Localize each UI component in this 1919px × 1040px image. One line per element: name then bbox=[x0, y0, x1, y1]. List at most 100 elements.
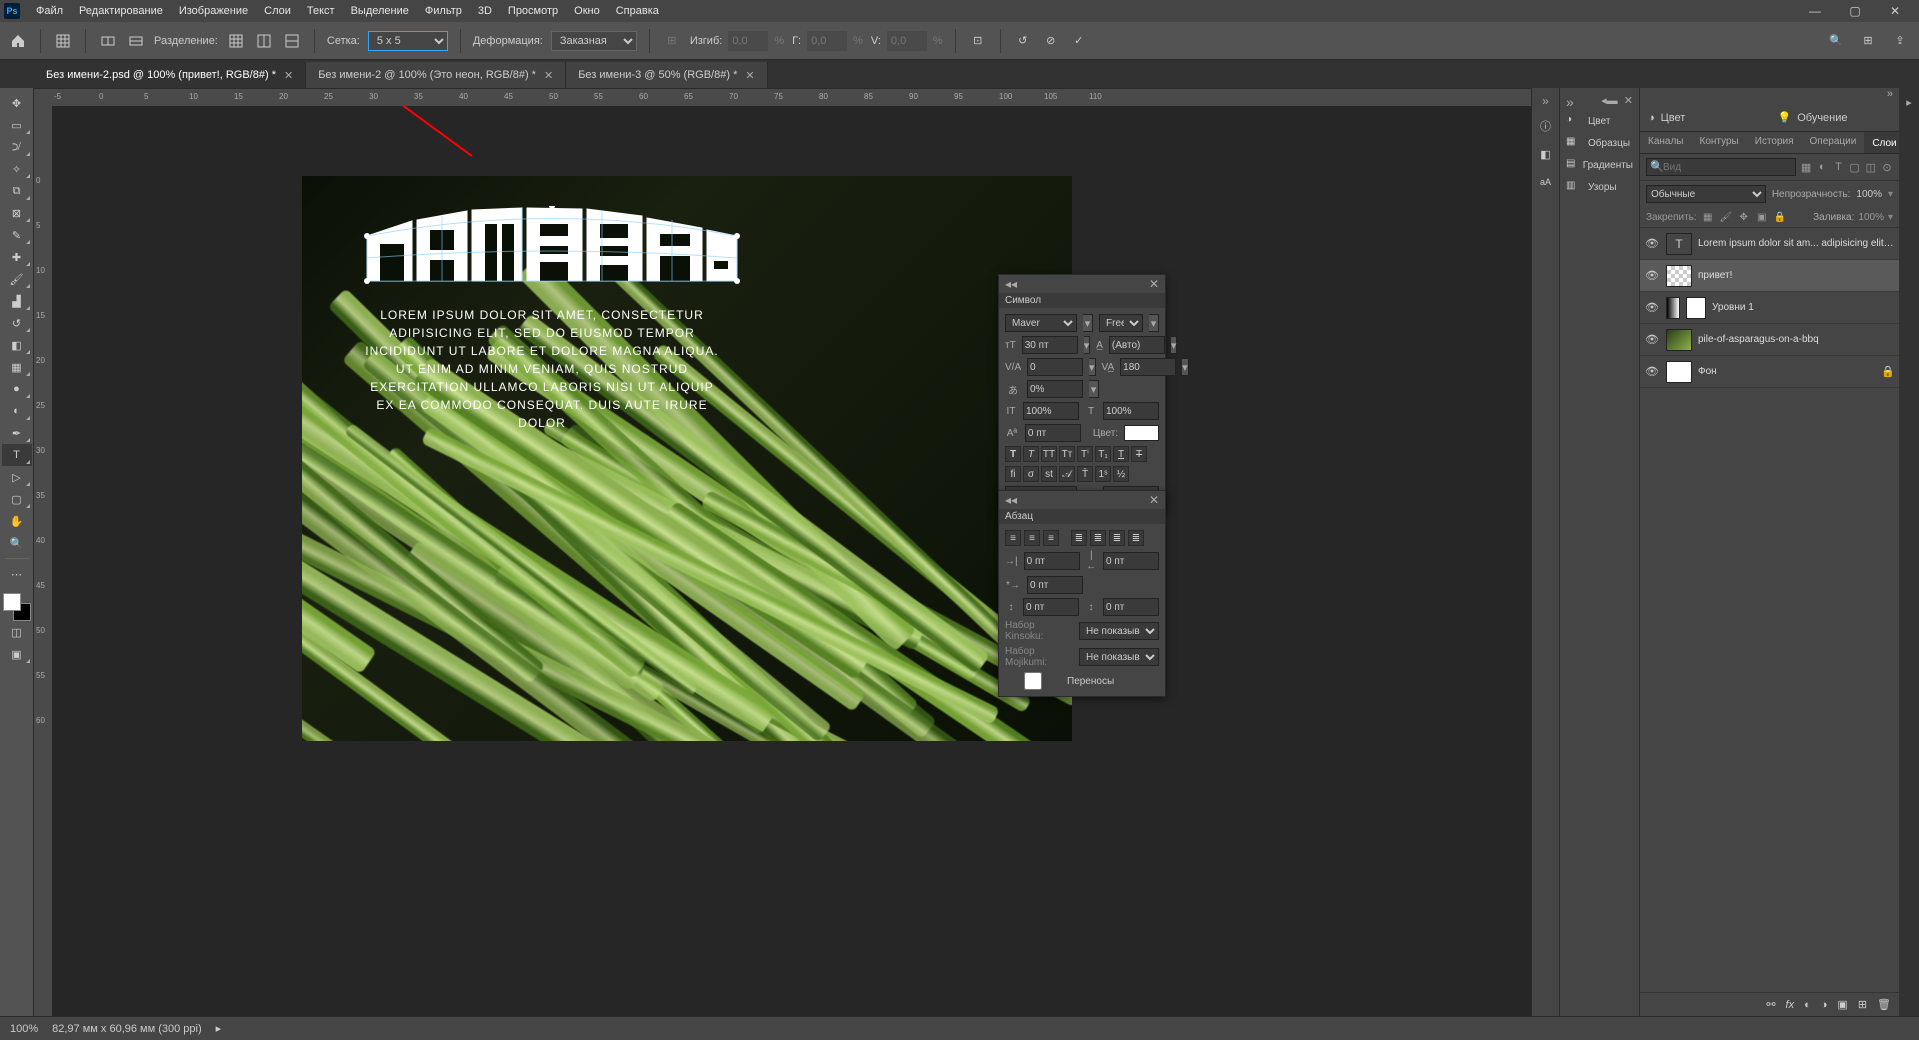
visibility-icon[interactable]: 👁 bbox=[1644, 237, 1660, 250]
filter-adj-icon[interactable]: ◐ bbox=[1816, 159, 1828, 175]
menu-Изображение[interactable]: Изображение bbox=[171, 2, 256, 20]
workspace-icon[interactable]: ⊞ bbox=[1857, 30, 1879, 52]
indent-right-input[interactable] bbox=[1103, 552, 1159, 570]
visibility-icon[interactable]: 👁 bbox=[1644, 301, 1660, 314]
group-icon[interactable]: ▣ bbox=[1837, 998, 1847, 1011]
blur-tool[interactable]: ● bbox=[2, 378, 32, 400]
visibility-icon[interactable]: 👁 bbox=[1644, 333, 1660, 346]
menu-Фильтр[interactable]: Фильтр bbox=[417, 2, 470, 20]
panel-tab-История[interactable]: История bbox=[1747, 132, 1802, 153]
brush-tool[interactable]: 🖌 bbox=[2, 268, 32, 290]
opacity-value[interactable]: 100% bbox=[1856, 189, 1882, 200]
filter-type-icon[interactable]: T bbox=[1832, 159, 1844, 175]
fractions[interactable]: ½ bbox=[1113, 466, 1129, 482]
filter-pixel-icon[interactable]: ▦ bbox=[1800, 159, 1812, 175]
properties-panel-icon[interactable]: ◧ bbox=[1536, 144, 1556, 164]
hyphenate-checkbox[interactable] bbox=[1005, 672, 1061, 690]
orientation-icon[interactable]: ⊞ bbox=[662, 31, 682, 51]
font-style-select[interactable]: Free bbox=[1099, 314, 1143, 332]
split-v-icon[interactable] bbox=[126, 31, 146, 51]
grid-select[interactable]: 5 x 5 bbox=[368, 31, 448, 51]
kerning-input[interactable] bbox=[1027, 358, 1083, 376]
menu-Выделение[interactable]: Выделение bbox=[343, 2, 417, 20]
heal-tool[interactable]: ✚ bbox=[2, 246, 32, 268]
panel-close-icon[interactable]: ✕ bbox=[1149, 493, 1159, 507]
new-layer-icon[interactable]: ⊞ bbox=[1858, 998, 1867, 1011]
link-layers-icon[interactable]: ⚯ bbox=[1766, 998, 1775, 1011]
docinfo-menu-icon[interactable]: ▸ bbox=[216, 1022, 222, 1035]
trash-icon[interactable]: 🗑 bbox=[1877, 998, 1891, 1011]
paragraph-panel[interactable]: ◂◂✕ Абзац ≡ ≡ ≡ ≣ ≣ ≣ ≣ →||← *→ ↕↕ Набор… bbox=[998, 490, 1166, 697]
commit-icon[interactable]: ✓ bbox=[1069, 31, 1089, 51]
eyedropper-tool[interactable]: ✎ bbox=[2, 224, 32, 246]
panel-close-icon[interactable]: ◂▬ ✕ bbox=[1601, 94, 1633, 110]
deform-select[interactable]: Заказная bbox=[551, 31, 637, 51]
info-panel-icon[interactable]: ⓘ bbox=[1536, 116, 1556, 136]
menu-Редактирование[interactable]: Редактирование bbox=[71, 2, 171, 20]
fx-icon[interactable]: fx bbox=[1786, 999, 1795, 1011]
zoom-tool[interactable]: 🔍 bbox=[2, 532, 32, 554]
allcaps[interactable]: TT bbox=[1041, 446, 1057, 462]
edit-toolbar[interactable]: ⋯ bbox=[2, 563, 32, 585]
underline[interactable]: T bbox=[1113, 446, 1129, 462]
close-button[interactable]: ✕ bbox=[1875, 0, 1915, 22]
leading-input[interactable] bbox=[1109, 336, 1165, 354]
liga-alt[interactable]: σ bbox=[1023, 466, 1039, 482]
justify-center[interactable]: ≣ bbox=[1090, 530, 1106, 546]
layer-filter-input[interactable] bbox=[1646, 158, 1796, 176]
align-right[interactable]: ≡ bbox=[1043, 530, 1059, 546]
learn-tab[interactable]: 💡Обучение bbox=[1770, 104, 1900, 132]
align-center[interactable]: ≡ bbox=[1024, 530, 1040, 546]
blend-mode-select[interactable]: Обычные bbox=[1646, 185, 1766, 203]
document-tab[interactable]: Без имени-2.psd @ 100% (привет!, RGB/8#)… bbox=[34, 62, 306, 88]
adj-icon[interactable]: ◑ bbox=[1821, 999, 1828, 1011]
space-after-input[interactable] bbox=[1103, 598, 1159, 616]
kinsoku-select[interactable]: Не показывать bbox=[1079, 622, 1159, 640]
dodge-tool[interactable]: ◐ bbox=[2, 400, 32, 422]
expand-panels-icon[interactable]: ▸ bbox=[1899, 92, 1919, 112]
crop-tool[interactable]: ⧉ bbox=[2, 180, 32, 202]
panel-item-Узоры[interactable]: ▥Узоры bbox=[1560, 176, 1639, 198]
faux-italic[interactable]: T bbox=[1023, 446, 1039, 462]
bend-input[interactable] bbox=[728, 31, 768, 51]
filter-smart-icon[interactable]: ◫ bbox=[1865, 159, 1877, 175]
document-tab[interactable]: Без имени-3 @ 50% (RGB/8#) *✕ bbox=[566, 62, 767, 88]
menu-Слои[interactable]: Слои bbox=[256, 2, 299, 20]
menu-Текст[interactable]: Текст bbox=[299, 2, 343, 20]
move-tool[interactable]: ✥ bbox=[2, 92, 32, 114]
lock-nest-icon[interactable]: ▣ bbox=[1755, 210, 1769, 224]
tab-close-icon[interactable]: ✕ bbox=[284, 69, 293, 82]
font-family-select[interactable]: Maver bbox=[1005, 314, 1077, 332]
layer-row[interactable]: 👁pile-of-asparagus-on-a-bbq bbox=[1640, 324, 1899, 356]
glyphs-panel-icon[interactable]: aA bbox=[1536, 172, 1556, 192]
layer-row[interactable]: 👁привет! bbox=[1640, 260, 1899, 292]
mask-icon[interactable]: ◐ bbox=[1804, 999, 1811, 1011]
warp-text-headline[interactable] bbox=[362, 206, 742, 286]
filter-shape-icon[interactable]: ▢ bbox=[1849, 159, 1861, 175]
lock-paint-icon[interactable]: 🖌 bbox=[1719, 210, 1733, 224]
lock-pos-icon[interactable]: ✥ bbox=[1737, 210, 1751, 224]
strike[interactable]: T bbox=[1131, 446, 1147, 462]
quickmask-toggle[interactable]: ◫ bbox=[2, 621, 32, 643]
visibility-icon[interactable]: 👁 bbox=[1644, 365, 1660, 378]
swash[interactable]: 𝒜 bbox=[1059, 466, 1075, 482]
panel-close-icon[interactable]: ✕ bbox=[1149, 277, 1159, 291]
layer-row[interactable]: 👁TLorem ipsum dolor sit am... adipisicin… bbox=[1640, 228, 1899, 260]
first-indent-input[interactable] bbox=[1027, 576, 1083, 594]
mojikumi-select[interactable]: Не показывать bbox=[1079, 648, 1159, 666]
reference-point-icon[interactable]: ⊡ bbox=[968, 31, 988, 51]
panel-item-Градиенты[interactable]: ▤Градиенты bbox=[1560, 154, 1639, 176]
menu-3D[interactable]: 3D bbox=[470, 2, 500, 20]
doc-info[interactable]: 82,97 мм x 60,96 мм (300 ppi) bbox=[52, 1023, 202, 1035]
path-select-tool[interactable]: ▷ bbox=[2, 466, 32, 488]
split-rows-icon[interactable] bbox=[282, 31, 302, 51]
lasso-tool[interactable]: ⟉ bbox=[2, 136, 32, 158]
split-cols-icon[interactable] bbox=[254, 31, 274, 51]
cancel-icon[interactable]: ⊘ bbox=[1041, 31, 1061, 51]
titling[interactable]: T̄ bbox=[1077, 466, 1093, 482]
filter-toggle[interactable]: ⊙ bbox=[1881, 159, 1893, 175]
faux-bold[interactable]: T bbox=[1005, 446, 1021, 462]
lock-all-icon[interactable]: 🔒 bbox=[1773, 210, 1787, 224]
document-tab[interactable]: Без имени-2 @ 100% (Это неон, RGB/8#) *✕ bbox=[306, 62, 566, 88]
hscale-input[interactable] bbox=[1103, 402, 1159, 420]
